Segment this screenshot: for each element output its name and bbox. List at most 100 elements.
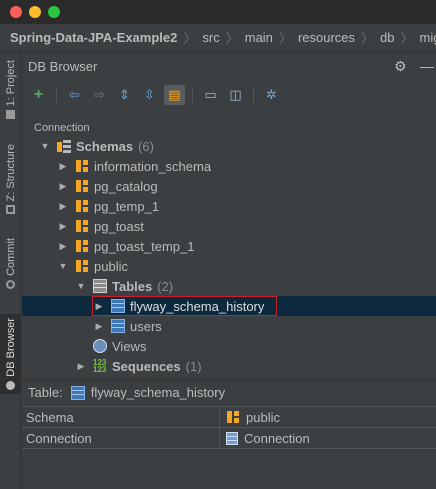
chevron-right-icon[interactable]: ▶ [58,161,68,172]
table-row: Schema public [22,407,436,428]
tree-node-table[interactable]: ▶ users [22,316,436,336]
tab-db-browser-label: DB Browser [4,318,17,377]
tab-structure[interactable]: Z: Structure [0,144,21,215]
tree-node-label: Sequences [112,358,181,374]
panel-title: DB Browser [28,58,98,74]
zoom-window-button[interactable] [48,6,60,18]
breadcrumb: Spring-Data-JPA-Example2 〉 src 〉 main 〉 … [0,24,436,52]
breadcrumb-item-migration[interactable]: migration [420,30,436,45]
tree-node-label: Views [112,338,147,354]
schema-compare-icon[interactable]: ◫ [225,85,246,105]
structure-icon [6,205,15,215]
tree-node-schema[interactable]: ▶ pg_catalog [22,176,436,196]
breadcrumb-item-src[interactable]: src [202,30,219,45]
tree-node-label: Schemas [76,138,134,154]
tab-structure-label: Z: Structure [4,144,17,202]
tab-db-browser[interactable]: DB Browser [0,314,21,394]
back-icon[interactable]: ⇦ [64,85,85,105]
tree-node-schema[interactable]: ▶ pg_toast [22,216,436,236]
tree-node-count: (2) [157,278,174,294]
chevron-down-icon[interactable]: ▼ [40,141,50,151]
tree-node-label: flyway_schema_history [130,298,265,314]
property-key: Connection [22,428,220,448]
tree-node-label: pg_catalog [94,178,158,194]
chevron-right-icon: 〉 [400,31,414,46]
db-browser-panel: DB Browser ⚙ — + ⇦ ⇨ ⇕ ⇳ ▤ ▭ ◫ ✲ Connect… [22,52,436,489]
close-window-button[interactable] [10,6,22,18]
tree-node-label: users [130,318,162,334]
collapse-all-icon[interactable]: ⇳ [139,85,160,105]
tree-node-schema[interactable]: ▶ pg_temp_1 [22,196,436,216]
chevron-right-icon[interactable]: ▶ [94,301,104,312]
chevron-right-icon: 〉 [225,31,239,46]
panel-header: DB Browser ⚙ — [22,52,436,80]
toolbar-separator [56,87,57,103]
chevron-right-icon: 〉 [183,31,197,46]
tab-project[interactable]: 1: Project [0,60,21,120]
tree-node-label: pg_toast [94,218,144,234]
table-icon [111,299,125,313]
schemas-icon [57,139,71,153]
schema-icon [75,199,89,213]
tree-node-sequences[interactable]: ▶ 123 123 Sequences (1) [22,356,436,376]
schema-icon [75,239,89,253]
breadcrumb-item-project[interactable]: Spring-Data-JPA-Example2 [10,30,177,45]
chevron-down-icon[interactable]: ▼ [76,281,86,291]
tab-project-label: 1: Project [4,60,17,107]
property-value-cell[interactable]: Connection [220,428,436,448]
tree-node-label: pg_temp_1 [94,198,160,214]
toolbar-separator [253,87,254,103]
chevron-right-icon[interactable]: ▶ [94,321,104,332]
tree-node-count: (6) [138,138,154,154]
tree-node-table-selected[interactable]: ▶ flyway_schema_history [22,296,436,316]
forward-icon[interactable]: ⇨ [89,85,110,105]
chevron-right-icon[interactable]: ▶ [58,181,68,192]
detail-title-prefix: Table: [28,385,63,400]
tree-node-tables[interactable]: ▼ Tables (2) [22,276,436,296]
property-value: public [246,409,280,425]
sequences-icon: 123 123 [93,358,107,374]
add-icon[interactable]: + [28,85,49,105]
tree-node-schema[interactable]: ▶ information_schema [22,156,436,176]
breadcrumb-item-resources[interactable]: resources [298,30,355,45]
commit-icon [6,279,15,289]
chevron-right-icon[interactable]: ▶ [76,361,86,372]
views-icon [93,339,107,353]
table-row: Connection Connection [22,428,436,449]
tree-node-label: pg_toast_temp_1 [94,238,195,254]
open-sql-console-icon[interactable]: ▭ [200,85,221,105]
connection-label: Connection [34,122,90,134]
breadcrumb-item-db[interactable]: db [380,30,394,45]
chevron-right-icon[interactable]: ▶ [58,221,68,232]
settings-icon[interactable]: ✲ [261,85,282,105]
chevron-right-icon[interactable]: ▶ [58,241,68,252]
tab-commit[interactable]: Commit [0,238,21,289]
filter-icon[interactable]: ▤ [164,85,185,105]
breadcrumb-item-main[interactable]: main [245,30,273,45]
folder-icon [6,110,15,120]
tree-node-label: Tables [112,278,153,294]
minimize-window-button[interactable] [29,6,41,18]
schema-icon [75,259,89,273]
schema-icon [226,410,240,424]
tree-node-schemas[interactable]: ▼ Schemas (6) [22,136,436,156]
property-key: Schema [22,407,220,427]
tree-node-public[interactable]: ▼ public [22,256,436,276]
expand-all-icon[interactable]: ⇕ [114,85,135,105]
panel-toolbar: + ⇦ ⇨ ⇕ ⇳ ▤ ▭ ◫ ✲ [22,82,436,108]
gear-icon[interactable]: ⚙ [394,58,407,75]
tree-node-views[interactable]: Views [22,336,436,356]
chevron-down-icon[interactable]: ▼ [58,261,68,271]
chevron-right-icon: 〉 [361,31,375,46]
minimize-icon[interactable]: — [420,58,434,74]
tab-commit-label: Commit [4,238,17,276]
detail-title-value: flyway_schema_history [90,385,226,400]
schema-icon [75,159,89,173]
chevron-right-icon[interactable]: ▶ [58,201,68,212]
toolbar-separator [192,87,193,103]
property-value-cell[interactable]: public [220,407,436,427]
detail-properties-table: Schema public Connection Connection [22,406,436,449]
tree-node-schema[interactable]: ▶ pg_toast_temp_1 [22,236,436,256]
connection-icon [226,431,238,445]
table-icon [111,319,125,333]
